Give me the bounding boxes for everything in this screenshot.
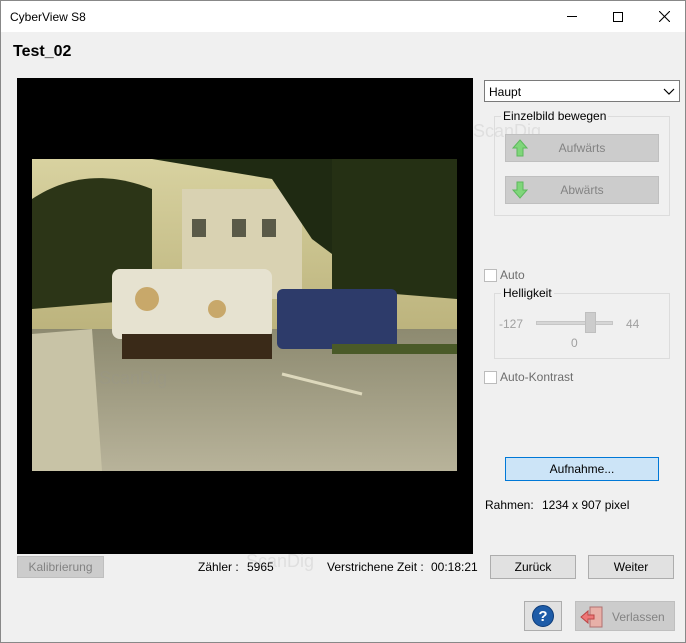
back-button[interactable]: Zurück xyxy=(490,555,576,579)
app-window: CyberView S8 Test_02 ScanDig Haupt Einze… xyxy=(0,0,686,643)
preview-image xyxy=(32,159,457,471)
auto-contrast-label: Auto-Kontrast xyxy=(500,370,574,384)
brightness-slider-thumb[interactable] xyxy=(585,312,596,333)
capture-button[interactable]: Aufnahme... xyxy=(505,457,659,481)
mode-select-value: Haupt xyxy=(489,85,522,99)
maximize-icon xyxy=(613,11,623,22)
minimize-button[interactable] xyxy=(549,1,595,32)
back-label: Zurück xyxy=(514,560,552,574)
next-label: Weiter xyxy=(613,560,649,574)
capture-label: Aufnahme... xyxy=(549,462,615,476)
brightness-min: -127 xyxy=(499,317,524,331)
arrow-up-icon xyxy=(512,139,528,157)
calibrate-button[interactable]: Kalibrierung xyxy=(17,556,104,578)
minimize-icon xyxy=(567,16,577,17)
brightness-value: 0 xyxy=(571,336,578,350)
help-icon: ? xyxy=(532,605,554,627)
title-bar: CyberView S8 xyxy=(1,1,685,32)
frame-info-value: 1234 x 907 pixel xyxy=(542,498,630,512)
elapsed-label: Verstrichene Zeit : xyxy=(327,560,424,574)
exit-door-icon xyxy=(580,606,603,628)
auto-checkbox-box[interactable] xyxy=(484,268,497,282)
elapsed-value: 00:18:21 xyxy=(431,560,478,574)
move-down-label: Abwärts xyxy=(560,183,604,197)
maximize-button[interactable] xyxy=(595,1,641,32)
arrow-down-icon xyxy=(512,181,528,199)
next-button[interactable]: Weiter xyxy=(588,555,674,579)
move-up-label: Aufwärts xyxy=(558,141,606,155)
exit-button[interactable]: Verlassen xyxy=(575,601,675,631)
counter-label: Zähler : xyxy=(198,560,239,574)
mode-select[interactable]: Haupt xyxy=(484,80,680,102)
watermark: ScanDig xyxy=(246,551,315,571)
move-down-button[interactable]: Abwärts xyxy=(505,176,659,204)
window-title: CyberView S8 xyxy=(10,10,86,24)
help-button[interactable]: ? xyxy=(524,601,562,631)
auto-contrast-checkbox-box[interactable] xyxy=(484,370,497,384)
page-title: Test_02 xyxy=(13,43,72,60)
chevron-down-icon xyxy=(663,88,675,95)
watermark: ScanDig xyxy=(99,368,168,388)
auto-contrast-checkbox[interactable]: Auto-Kontrast xyxy=(484,370,573,384)
auto-label: Auto xyxy=(500,268,525,282)
auto-checkbox[interactable]: Auto xyxy=(484,268,525,282)
close-button[interactable] xyxy=(641,1,686,32)
scan-preview: ScanDig xyxy=(17,78,473,554)
close-icon xyxy=(658,11,670,22)
frame-info-label: Rahmen: xyxy=(485,498,534,512)
brightness-legend: Helligkeit xyxy=(503,286,552,300)
brightness-max: 44 xyxy=(626,317,640,331)
exit-label: Verlassen xyxy=(612,610,665,624)
move-up-button[interactable]: Aufwärts xyxy=(505,134,659,162)
calibrate-label: Kalibrierung xyxy=(28,560,93,574)
brightness-slider-track[interactable] xyxy=(536,321,613,325)
